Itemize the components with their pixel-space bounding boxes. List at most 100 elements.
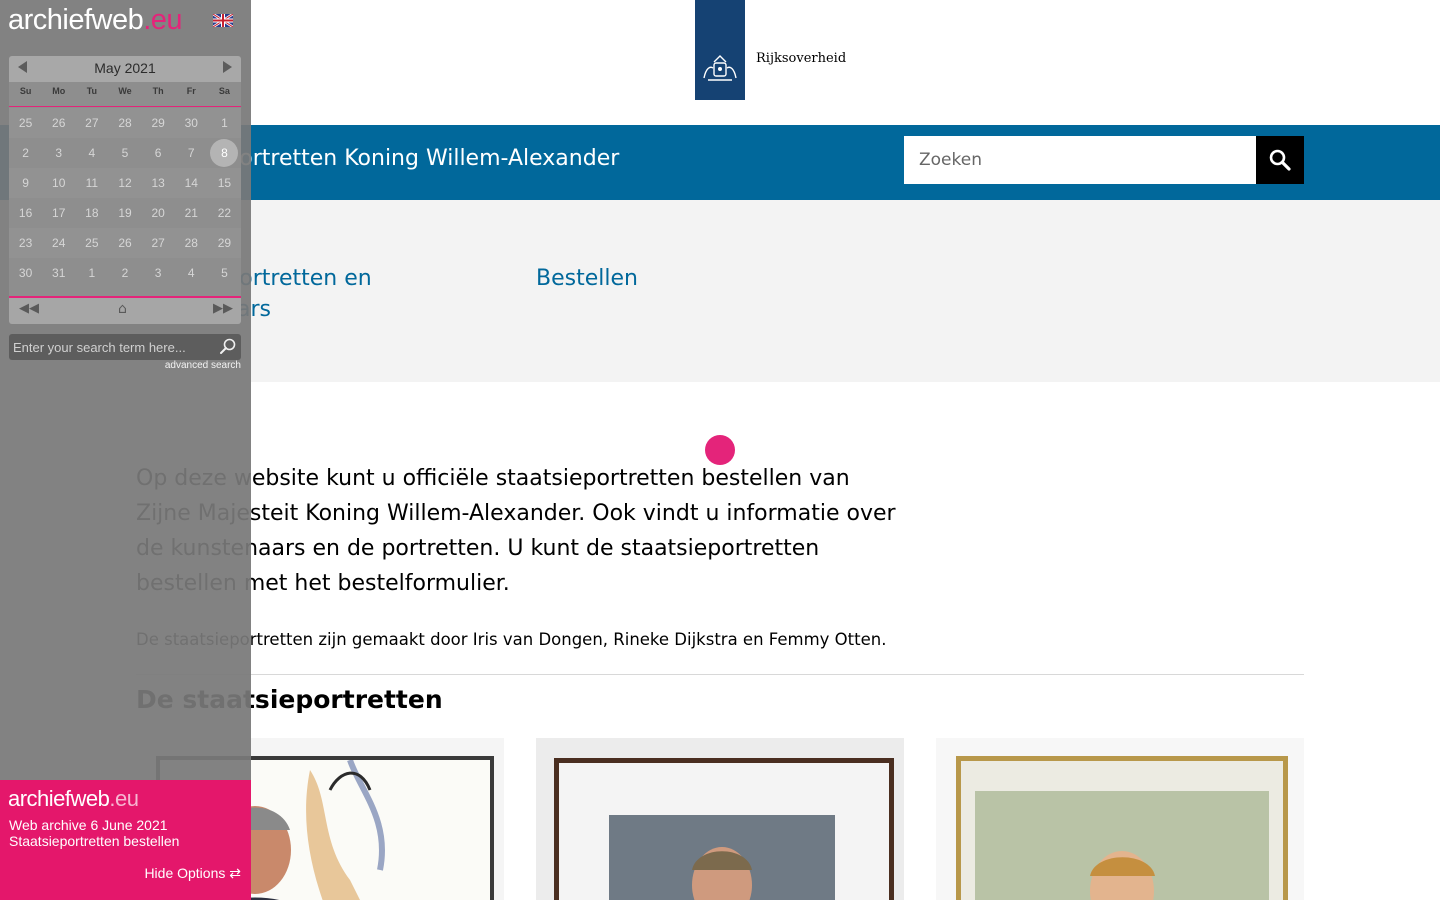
first-capture-icon[interactable]: ◀◀	[19, 301, 39, 316]
search-button[interactable]	[1256, 136, 1304, 184]
calendar-day-label: 5	[121, 146, 129, 160]
calendar-day-label: 30	[18, 266, 33, 280]
calendar-day-label: 29	[151, 116, 165, 130]
calendar-days-grid: 25 26 27 28 29 30 1 2 3 4 5 6 7 8 9 10 11 12 13 14 15 16 17 18 1…	[9, 108, 241, 288]
magnifier-icon	[1269, 149, 1291, 171]
calendar-day[interactable]: 14	[175, 168, 208, 198]
calendar-day[interactable]: 4	[175, 258, 208, 288]
calendar-day[interactable]: 15	[208, 168, 241, 198]
calendar-day[interactable]: 6	[142, 138, 175, 168]
calendar-day[interactable]: 5	[108, 138, 141, 168]
archive-search-input[interactable]	[9, 334, 214, 360]
calendar-day[interactable]: 25	[75, 228, 108, 258]
calendar-day[interactable]: 12	[108, 168, 141, 198]
calendar-month-label: May 2021	[94, 60, 156, 76]
calendar-day[interactable]: 2	[108, 258, 141, 288]
calendar-day[interactable]: 29	[142, 108, 175, 138]
calendar-day-label: 7	[187, 146, 195, 160]
calendar-day[interactable]: 30	[9, 258, 42, 288]
divider	[136, 674, 1304, 675]
calendar-day-label: 15	[217, 176, 232, 190]
calendar-day-label: 1	[221, 116, 228, 130]
calendar-day[interactable]: 30	[175, 108, 208, 138]
calendar-day-selected[interactable]: 8	[208, 138, 241, 168]
calendar-day[interactable]: 7	[175, 138, 208, 168]
nav-link-order[interactable]: Bestellen	[536, 263, 638, 294]
calendar-day[interactable]: 27	[75, 108, 108, 138]
calendar-day[interactable]: 26	[42, 108, 75, 138]
weekday-label: Th	[152, 86, 164, 96]
calendar-day[interactable]: 5	[208, 258, 241, 288]
calendar-day[interactable]: 16	[9, 198, 42, 228]
calendar-day-label: 10	[52, 176, 66, 190]
archive-date: Web archive 6 June 2021	[9, 817, 168, 833]
calendar-day[interactable]: 19	[108, 198, 141, 228]
calendar-day[interactable]: 25	[9, 108, 42, 138]
calendar-day-label: 3	[55, 146, 63, 160]
gb-flag-icon[interactable]	[213, 14, 233, 27]
home-icon[interactable]: ⌂	[118, 301, 127, 317]
calendar-day[interactable]: 4	[75, 138, 108, 168]
calendar-week-row: 25 26 27 28 29 30 1	[9, 108, 241, 138]
calendar-day-label: 11	[85, 176, 99, 190]
weekday-label: Sa	[218, 86, 230, 96]
calendar-week-row: 9 10 11 12 13 14 15	[9, 168, 241, 198]
next-month-icon[interactable]	[223, 61, 232, 73]
calendar-day[interactable]: 1	[75, 258, 108, 288]
calendar-day[interactable]: 10	[42, 168, 75, 198]
calendar-day[interactable]: 20	[142, 198, 175, 228]
calendar-day[interactable]: 1	[208, 108, 241, 138]
logo-main-text: archiefweb	[8, 4, 144, 36]
calendar-day[interactable]: 17	[42, 198, 75, 228]
calendar-week-row: 23 24 25 26 27 28 29	[9, 228, 241, 258]
calendar-day-label: 2	[121, 266, 129, 280]
archiefweb-logo[interactable]: archiefweb.eu	[8, 4, 183, 37]
archiefweb-logo-small[interactable]: archiefweb.eu	[8, 786, 139, 812]
calendar-day-label: 2	[22, 146, 29, 160]
calendar-day[interactable]: 11	[75, 168, 108, 198]
calendar-day-label: 4	[187, 266, 195, 280]
archive-panel: archiefweb.eu May 2021 Su Mo Tu We Th Fr…	[0, 0, 251, 780]
portrait-image	[554, 758, 894, 900]
calendar-day-label: 9	[22, 176, 29, 190]
calendar-day[interactable]: 21	[175, 198, 208, 228]
calendar-day[interactable]: 29	[208, 228, 241, 258]
advanced-search-link[interactable]: advanced search	[150, 360, 241, 371]
calendar-day[interactable]: 2	[9, 138, 42, 168]
calendar-day-label: 27	[151, 236, 165, 250]
calendar-day-label: 23	[18, 236, 33, 250]
calendar-day-label: 17	[52, 206, 66, 220]
archive-calendar: May 2021 Su Mo Tu We Th Fr Sa 25 26 27 28 29…	[9, 56, 241, 324]
calendar-day-label: 6	[154, 146, 162, 160]
calendar-day[interactable]: 3	[142, 258, 175, 288]
calendar-day-label: 25	[85, 236, 99, 250]
portrait-card-femmy-otten[interactable]	[936, 738, 1304, 900]
weekday-label: Su	[19, 86, 32, 96]
calendar-day[interactable]: 27	[142, 228, 175, 258]
calendar-day[interactable]: 26	[108, 228, 141, 258]
calendar-day[interactable]: 22	[208, 198, 241, 228]
calendar-footer: ◀◀ ⌂ ▶▶	[9, 296, 241, 324]
calendar-day[interactable]: 3	[42, 138, 75, 168]
calendar-day[interactable]: 13	[142, 168, 175, 198]
last-capture-icon[interactable]: ▶▶	[213, 301, 233, 316]
calendar-day-label: 4	[88, 146, 96, 160]
calendar-day[interactable]: 23	[9, 228, 42, 258]
search-icon[interactable]	[219, 337, 237, 355]
calendar-day[interactable]: 24	[42, 228, 75, 258]
archive-info-panel: archiefweb.eu Web archive 6 June 2021 St…	[0, 780, 251, 900]
calendar-day[interactable]: 28	[175, 228, 208, 258]
calendar-day[interactable]: 31	[42, 258, 75, 288]
portrait-card-rineke-dijkstra[interactable]	[536, 738, 904, 900]
calendar-day-label: 28	[118, 116, 132, 130]
calendar-day-label: 26	[118, 236, 132, 250]
calendar-day[interactable]: 18	[75, 198, 108, 228]
calendar-day[interactable]: 28	[108, 108, 141, 138]
calendar-weekday-row: Su Mo Tu We Th Fr Sa	[9, 86, 241, 107]
calendar-day[interactable]: 9	[9, 168, 42, 198]
rijksoverheid-wordmark: Rijksoverheid	[756, 51, 847, 66]
search-input[interactable]	[904, 136, 1256, 184]
calendar-week-row: 16 17 18 19 20 21 22	[9, 198, 241, 228]
rijksoverheid-logo[interactable]	[695, 0, 745, 100]
hide-options-button[interactable]: Hide Options ⇄	[144, 865, 241, 882]
